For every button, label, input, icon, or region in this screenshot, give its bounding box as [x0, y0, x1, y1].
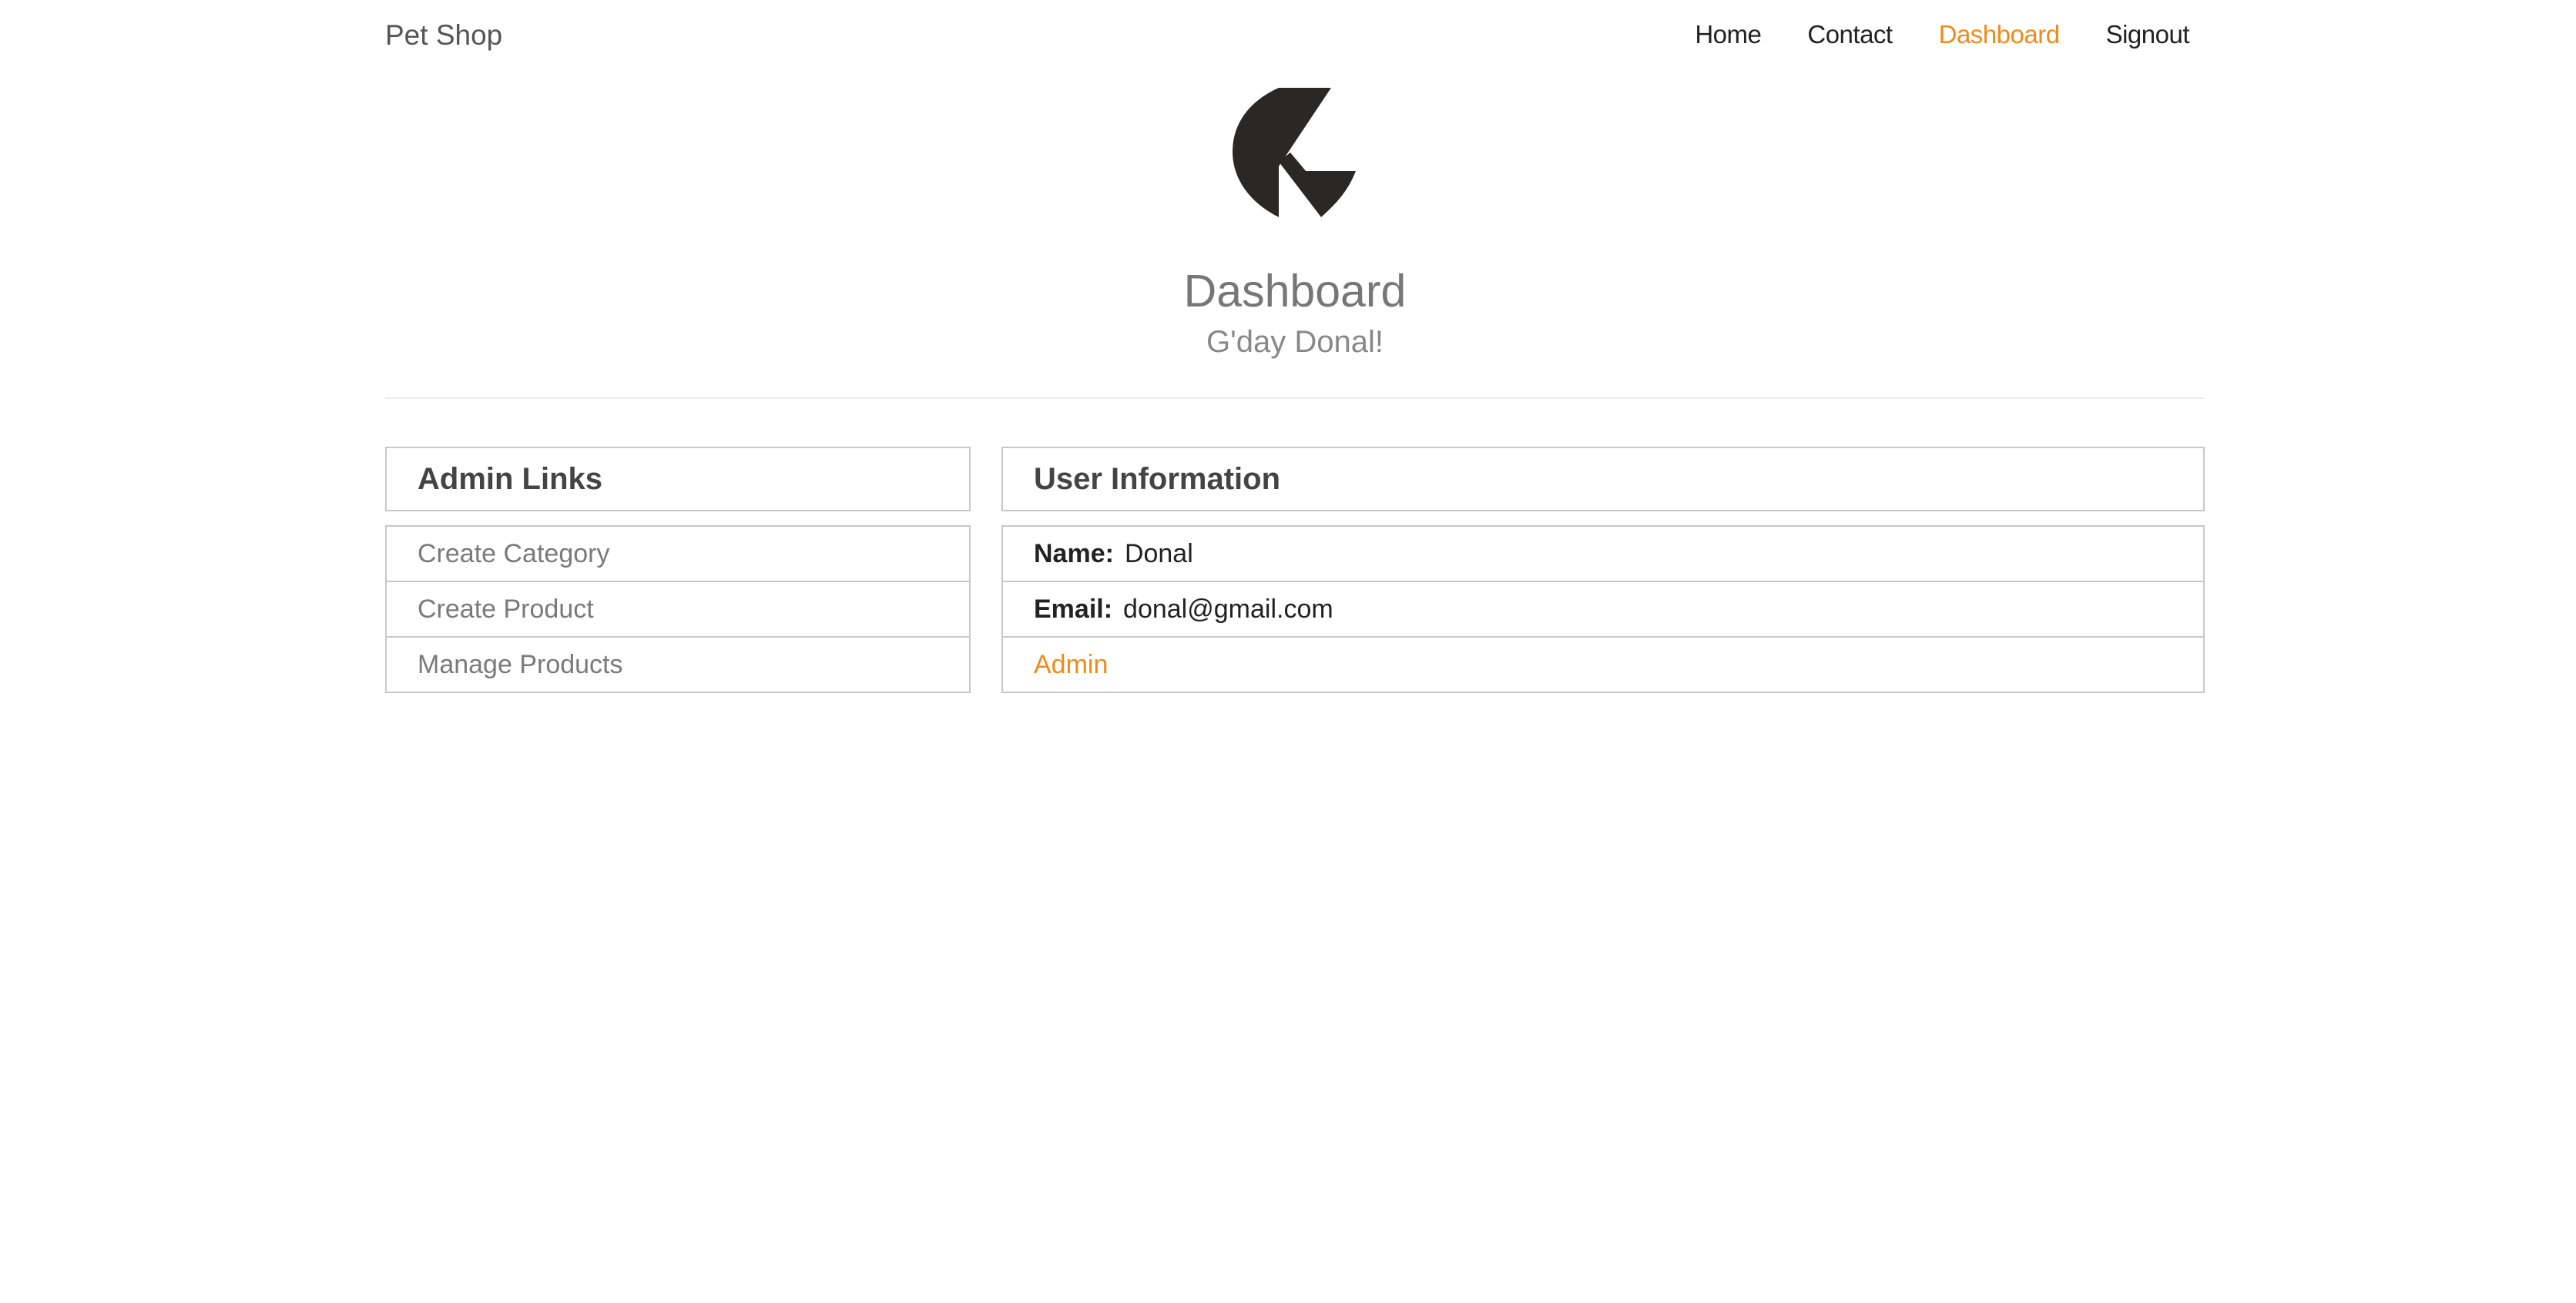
admin-link-manage-products: Manage Products [387, 636, 969, 692]
user-info-title: User Information [1001, 447, 2205, 511]
brand-link[interactable]: Pet Shop [385, 18, 502, 52]
admin-link-create-product: Create Product [387, 581, 969, 636]
page: Pet Shop Home Contact Dashboard Signout … [385, 0, 2205, 693]
nav-menu: Home Contact Dashboard Signout [1695, 18, 2189, 51]
admin-links-card: Admin Links Create Category Create Produ… [385, 447, 971, 693]
create-product-link[interactable]: Create Product [418, 595, 594, 624]
user-info-list: Name: Donal Email: donal@gmail.com Admin [1001, 525, 2205, 693]
navbar: Pet Shop Home Contact Dashboard Signout [385, 0, 2205, 71]
name-label: Name: [1034, 539, 1114, 568]
user-role-row: Admin [1003, 636, 2203, 692]
nav-item-signout: Signout [2106, 18, 2190, 51]
page-header: Dashboard G'day Donal! [385, 71, 2205, 399]
nav-item-dashboard: Dashboard [1939, 18, 2060, 51]
k-logo-icon [1233, 88, 1356, 217]
page-title: Dashboard [1183, 266, 1407, 317]
user-email-row: Email: donal@gmail.com [1003, 581, 2203, 636]
nav-item-home: Home [1695, 18, 1762, 51]
user-name-row: Name: Donal [1003, 527, 2203, 581]
create-category-link[interactable]: Create Category [418, 539, 609, 568]
admin-links-title: Admin Links [385, 447, 971, 511]
email-value: donal@gmail.com [1123, 595, 1333, 624]
nav-link-contact[interactable]: Contact [1807, 20, 1893, 49]
admin-links-list: Create Category Create Product Manage Pr… [385, 525, 971, 693]
role-value: Admin [1034, 650, 1109, 679]
nav-link-home[interactable]: Home [1695, 20, 1762, 49]
email-label: Email: [1034, 595, 1113, 624]
user-info-card: User Information Name: Donal Email: donal@… [1001, 447, 2205, 693]
name-value: Donal [1124, 539, 1193, 568]
admin-link-create-category: Create Category [387, 527, 969, 581]
nav-link-dashboard[interactable]: Dashboard [1939, 20, 2060, 49]
nav-link-signout[interactable]: Signout [2106, 20, 2190, 49]
manage-products-link[interactable]: Manage Products [418, 650, 623, 679]
greeting-text: G'day Donal! [1206, 325, 1384, 359]
nav-item-contact: Contact [1807, 18, 1893, 51]
header-divider [385, 397, 2205, 399]
